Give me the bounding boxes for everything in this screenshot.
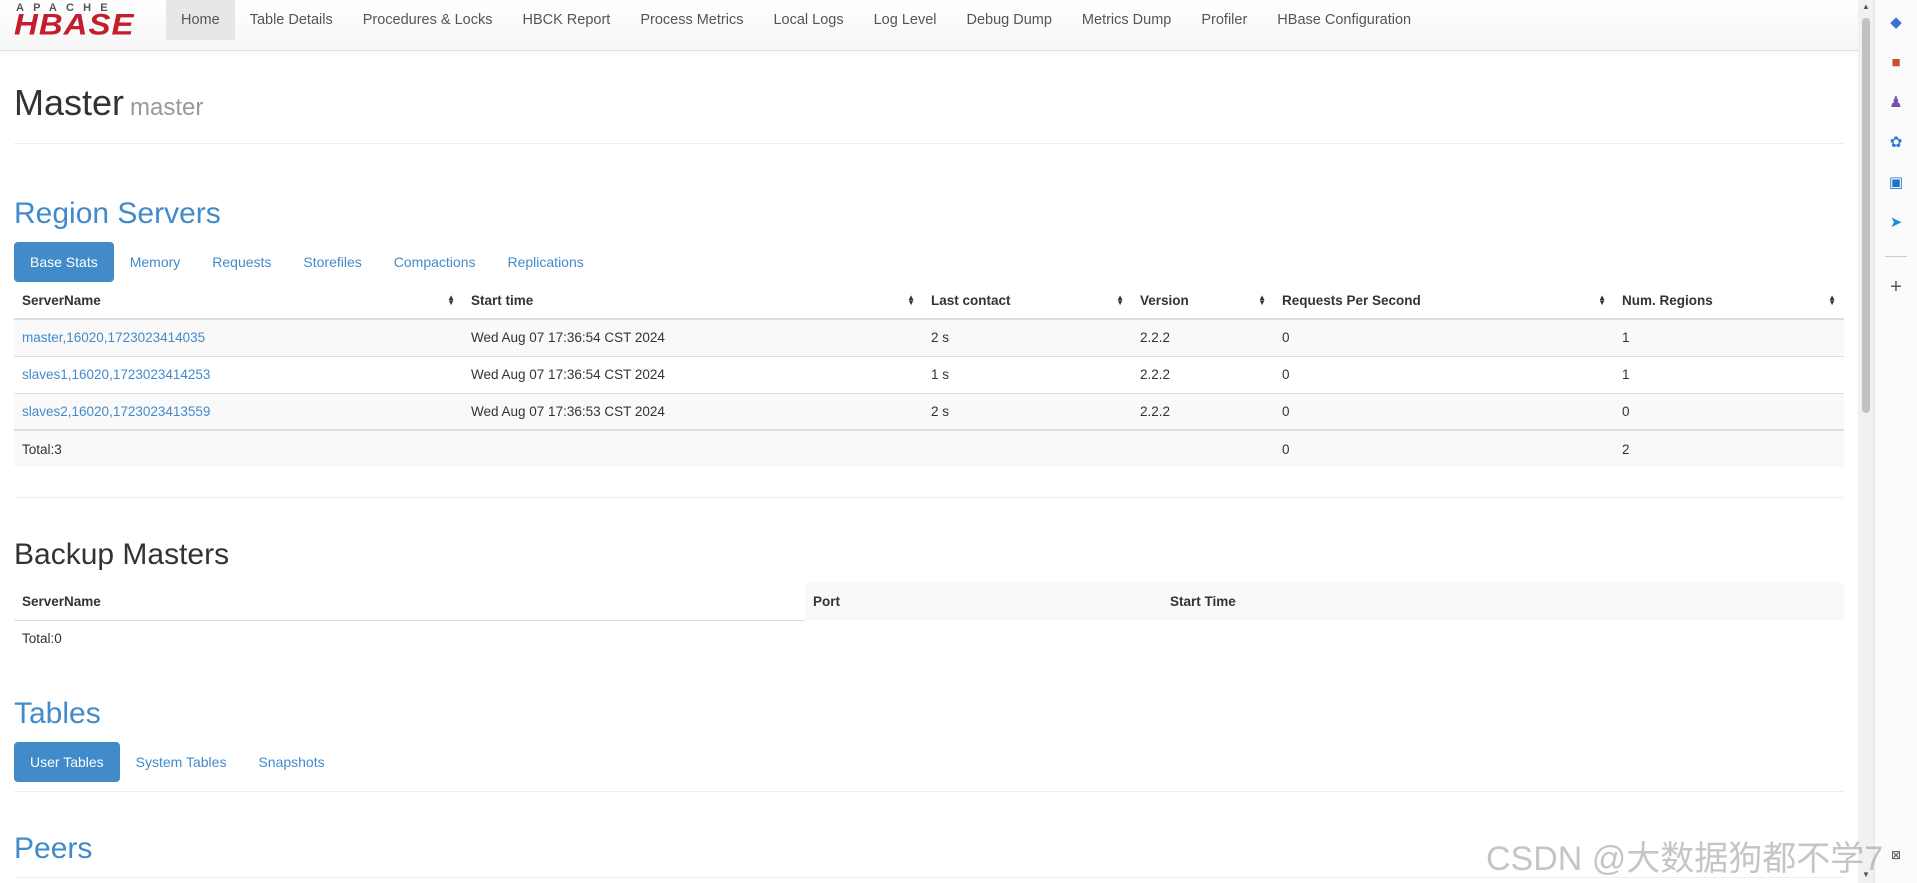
scroll-up-icon[interactable]: ▲	[1861, 2, 1871, 12]
cell-total-label: Total:0	[22, 631, 62, 647]
tables-heading: Tables	[14, 697, 101, 730]
divider	[14, 143, 1844, 144]
cell-start-time: Wed Aug 07 17:36:54 CST 2024	[463, 355, 923, 393]
tab-user-tables[interactable]: User Tables	[14, 742, 120, 782]
cell-rps: 0	[1274, 355, 1614, 393]
cell-start-time: Wed Aug 07 17:36:54 CST 2024	[463, 318, 923, 356]
copilot-icon[interactable]: ✿	[1887, 134, 1905, 152]
nav-hbase-configuration[interactable]: HBase Configuration	[1262, 0, 1426, 40]
tab-base-stats[interactable]: Base Stats	[14, 242, 114, 282]
sort-icon: ▲ ▼	[1258, 293, 1266, 307]
table-header-row: ServerName ▲ ▼ Start time ▲ ▼ Last contact ▲ ▼…	[14, 282, 1844, 320]
scrollbar-thumb[interactable]	[1862, 18, 1870, 413]
peers-heading: Peers	[14, 832, 93, 865]
page-title: Master master	[14, 82, 203, 124]
page-subtitle: master	[130, 94, 204, 121]
send-icon[interactable]: ➤	[1887, 214, 1905, 232]
server-link[interactable]: master,16020,1723023414035	[22, 330, 205, 345]
backup-masters-heading: Backup Masters	[14, 538, 230, 571]
tab-snapshots[interactable]: Snapshots	[242, 742, 340, 782]
cell-last-contact: 1 s	[923, 355, 1132, 393]
nav-home[interactable]: Home	[166, 0, 235, 40]
sort-icon: ▲ ▼	[1828, 293, 1836, 307]
region-servers-table: ServerName ▲ ▼ Start time ▲ ▼ Last contact ▲ ▼…	[14, 282, 1844, 467]
cell-start-time: Wed Aug 07 17:36:53 CST 2024	[463, 392, 923, 430]
close-panel-icon[interactable]: ⊠	[1887, 846, 1905, 864]
top-navbar: APACHE HBASE Home Table Details Procedur…	[0, 0, 1874, 51]
outlook-icon[interactable]: ▣	[1887, 174, 1905, 192]
table-header-row: ServerName Port Start Time	[14, 583, 1844, 621]
tab-replications[interactable]: Replications	[491, 242, 599, 282]
cell-version: 2.2.2	[1132, 355, 1274, 393]
cell-regions: 1	[1614, 355, 1844, 393]
region-servers-heading: Region Servers	[14, 197, 221, 230]
watermark: CSDN @大数据狗都不学7	[1486, 840, 1884, 878]
tables-tabs: User Tables System Tables Snapshots	[14, 742, 341, 782]
col-num-regions[interactable]: Num. Regions ▲ ▼	[1614, 282, 1844, 320]
toolbox-icon[interactable]: ■	[1887, 54, 1905, 72]
sort-icon: ▲ ▼	[1598, 293, 1606, 307]
backup-masters-table: ServerName Port Start Time Total:0	[14, 583, 1844, 657]
col-version[interactable]: Version ▲ ▼	[1132, 282, 1274, 320]
tag-icon[interactable]: ◆	[1887, 14, 1905, 32]
nav-process-metrics[interactable]: Process Metrics	[625, 0, 758, 40]
col-last-contact[interactable]: Last contact ▲ ▼	[923, 282, 1132, 320]
cell-regions: 0	[1614, 392, 1844, 430]
table-total-row: Total:3 0 2	[14, 429, 1844, 467]
nav-debug-dump[interactable]: Debug Dump	[951, 0, 1066, 40]
region-servers-tabs: Base Stats Memory Requests Storefiles Co…	[14, 242, 600, 282]
col-port: Port	[805, 583, 1162, 620]
tab-memory[interactable]: Memory	[114, 242, 197, 282]
cell-last-contact: 2 s	[923, 392, 1132, 430]
nav-table-details[interactable]: Table Details	[235, 0, 348, 40]
nav-procedures-locks[interactable]: Procedures & Locks	[348, 0, 508, 40]
tab-storefiles[interactable]: Storefiles	[287, 242, 377, 282]
col-requests-per-second[interactable]: Requests Per Second ▲ ▼	[1274, 282, 1614, 320]
nav-local-logs[interactable]: Local Logs	[758, 0, 858, 40]
cell-regions: 1	[1614, 318, 1844, 356]
browser-side-panel: ◆ ■ ♟ ✿ ▣ ➤ + ⊠	[1874, 0, 1917, 883]
cell-total-regions: 2	[1614, 429, 1844, 467]
col-start-time[interactable]: Start time ▲ ▼	[463, 282, 923, 320]
tab-compactions[interactable]: Compactions	[378, 242, 492, 282]
server-link[interactable]: slaves2,16020,1723023413559	[22, 404, 210, 419]
logo-hbase-text: HBASE	[14, 7, 135, 41]
table-row: master,16020,1723023414035 Wed Aug 07 17…	[14, 318, 1844, 356]
nav-metrics-dump[interactable]: Metrics Dump	[1067, 0, 1186, 40]
tab-system-tables[interactable]: System Tables	[120, 742, 243, 782]
cell-last-contact: 2 s	[923, 318, 1132, 356]
sort-icon: ▲ ▼	[447, 293, 455, 307]
tab-requests[interactable]: Requests	[196, 242, 287, 282]
server-link[interactable]: slaves1,16020,1723023414253	[22, 367, 210, 382]
divider	[1885, 256, 1907, 257]
cell-rps: 0	[1274, 392, 1614, 430]
add-icon[interactable]: +	[1887, 277, 1905, 297]
col-start-time: Start Time	[1162, 583, 1844, 620]
sort-icon: ▲ ▼	[1116, 293, 1124, 307]
hbase-logo[interactable]: APACHE HBASE	[14, 3, 152, 41]
cell-version: 2.2.2	[1132, 318, 1274, 356]
table-row: slaves1,16020,1723023414253 Wed Aug 07 1…	[14, 355, 1844, 393]
col-servername: ServerName	[14, 583, 805, 621]
divider	[14, 791, 1844, 792]
table-total-row: Total:0	[14, 620, 1844, 657]
table-row: slaves2,16020,1723023413559 Wed Aug 07 1…	[14, 392, 1844, 430]
col-servername[interactable]: ServerName ▲ ▼	[14, 282, 463, 320]
cell-rps: 0	[1274, 318, 1614, 356]
nav-log-level[interactable]: Log Level	[859, 0, 952, 40]
cell-version: 2.2.2	[1132, 392, 1274, 430]
games-icon[interactable]: ♟	[1887, 94, 1905, 112]
nav-profiler[interactable]: Profiler	[1186, 0, 1262, 40]
cell-total-label: Total:3	[14, 429, 463, 467]
divider	[14, 497, 1844, 498]
sort-icon: ▲ ▼	[907, 293, 915, 307]
page-scrollbar[interactable]: ▲ ▼	[1858, 0, 1874, 883]
main-nav: Home Table Details Procedures & Locks HB…	[166, 0, 1426, 40]
cell-total-rps: 0	[1274, 429, 1614, 467]
nav-hbck-report[interactable]: HBCK Report	[507, 0, 625, 40]
page-title-text: Master	[14, 82, 125, 123]
